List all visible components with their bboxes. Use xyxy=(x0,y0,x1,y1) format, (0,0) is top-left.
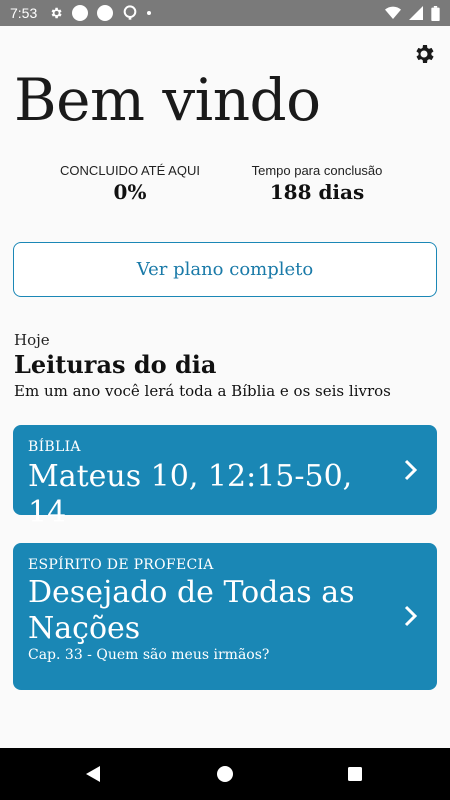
stat-time-label: Tempo para conclusão xyxy=(251,163,383,178)
section-subtitle: Em um ano você lerá toda a Bíblia e os s… xyxy=(14,382,391,400)
circle-icon xyxy=(97,5,114,21)
shield-icon xyxy=(123,5,137,20)
chevron-right-icon xyxy=(404,605,418,627)
status-icons-left xyxy=(49,5,152,21)
navigation-bar xyxy=(0,748,450,800)
page-title: Bem vindo xyxy=(14,66,321,134)
back-icon xyxy=(86,766,100,782)
stats-row: CONCLUIDO ATÉ AQUI 0% Tempo para conclus… xyxy=(0,163,450,213)
home-icon xyxy=(217,766,233,782)
stat-time-value: 188 dias xyxy=(269,180,365,204)
stat-completed-label: CONCLUIDO ATÉ AQUI xyxy=(60,163,200,178)
signal-icon xyxy=(409,6,423,20)
bible-reading-card[interactable]: BÍBLIA Mateus 10, 12:15-50, 14 xyxy=(13,425,437,530)
recents-icon xyxy=(348,767,362,781)
back-button[interactable] xyxy=(80,761,106,787)
status-bar: 7:53 xyxy=(0,0,450,26)
spirit-of-prophecy-card[interactable]: ESPÍRITO DE PROFECIA Desejado de Todas a… xyxy=(13,543,437,690)
stat-completed-value: 0% xyxy=(113,180,147,204)
section-title: Leituras do dia xyxy=(14,350,217,379)
home-button[interactable] xyxy=(212,761,238,787)
card-title: Mateus 10, 12:15-50, 14 xyxy=(28,459,353,530)
recents-button[interactable] xyxy=(342,761,368,787)
dot-icon xyxy=(147,11,152,15)
gear-icon xyxy=(51,7,62,19)
status-icons-right xyxy=(385,5,440,21)
status-time: 7:53 xyxy=(10,5,38,21)
view-full-plan-button[interactable]: Ver plano completo xyxy=(13,242,437,297)
stat-time: Tempo para conclusão 188 dias xyxy=(232,163,402,204)
card-subtitle: Cap. 33 - Quem são meus irmãos? xyxy=(28,647,270,663)
wifi-icon xyxy=(385,6,401,19)
circle-icon xyxy=(72,5,89,21)
gear-icon xyxy=(416,45,434,63)
today-label: Hoje xyxy=(14,331,50,349)
stat-completed: CONCLUIDO ATÉ AQUI 0% xyxy=(45,163,215,204)
chevron-right-icon xyxy=(404,459,418,481)
card-label: ESPÍRITO DE PROFECIA xyxy=(28,557,214,573)
settings-button[interactable] xyxy=(410,40,438,68)
battery-icon xyxy=(431,5,440,21)
card-label: BÍBLIA xyxy=(28,439,81,455)
card-title: Desejado de Todas as Nações xyxy=(28,575,355,646)
